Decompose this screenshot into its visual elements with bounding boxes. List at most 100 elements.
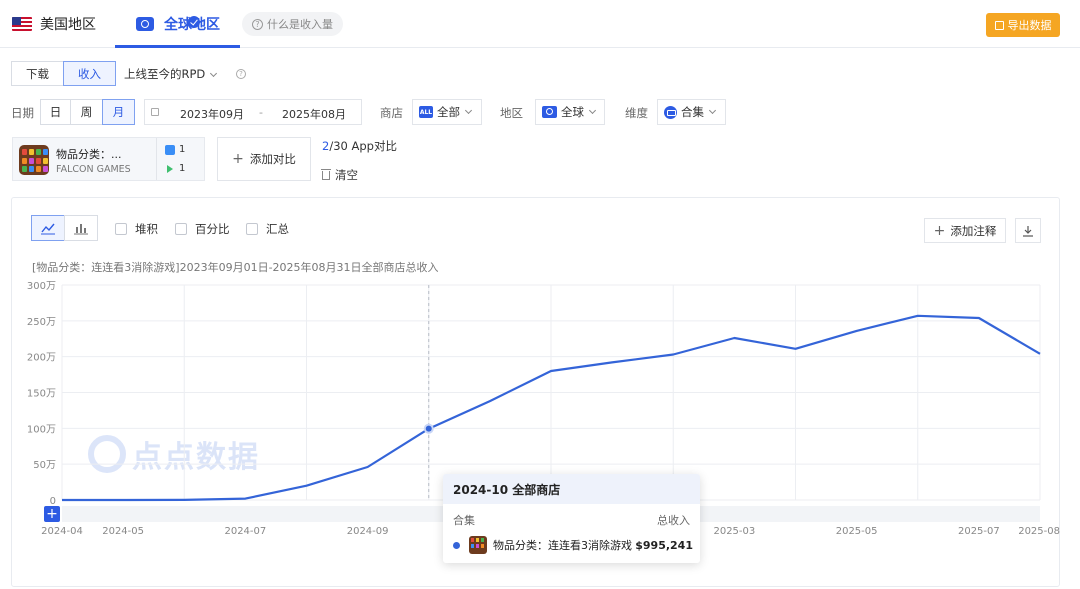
series-color-dot (453, 541, 460, 549)
app-selected-check-icon[interactable] (188, 16, 200, 28)
x-tick-label: 2024-09 (347, 526, 389, 537)
percent-checkbox[interactable]: 百分比 (175, 221, 230, 237)
chevron-down-icon (210, 69, 218, 78)
compare-count: 2/30 App对比 (322, 138, 397, 154)
add-note-label: 添加注释 (950, 223, 997, 238)
tooltip-series-row: 物品分类：连连看3消除游戏 $995,241 (453, 534, 693, 556)
store-label: 商店 (380, 106, 403, 120)
calendar-icon (151, 108, 159, 116)
y-tick-label: 250万 (27, 317, 56, 328)
add-compare-label: 添加对比 (249, 152, 296, 166)
app-icon (19, 145, 49, 175)
line-chart-toggle[interactable] (31, 215, 65, 241)
export-data-button[interactable]: 导出数据 (986, 13, 1060, 37)
x-tick-label: 2025-03 (713, 526, 755, 537)
x-tick-label: 2024-05 (102, 526, 144, 537)
date-range-picker[interactable]: 2023年09月 - 2025年08月 (144, 99, 362, 125)
tooltip-header: 2024-10 全部商店 (443, 474, 700, 504)
checkbox-box (115, 223, 127, 235)
tooltip-col-right: 总收入 (657, 514, 690, 527)
clear-button[interactable]: 清空 (321, 167, 358, 183)
bar-chart-toggle[interactable] (64, 215, 98, 241)
x-tick-label: 2024-07 (224, 526, 266, 537)
highlight-point (425, 425, 432, 432)
date-end: 2025年08月 (282, 108, 346, 121)
plus-icon: + (933, 222, 946, 239)
tooltip-value: $995,241 (635, 538, 693, 552)
compare-count-rest: /30 App对比 (329, 139, 397, 153)
app-developer: FALCON GAMES (56, 164, 131, 175)
tab-global-region[interactable]: 全球地区 (136, 12, 220, 36)
rpd-select[interactable]: 上线至今的RPD (124, 66, 218, 82)
region-value: 全球 (561, 105, 584, 119)
app-name: 物品分类：... (56, 148, 122, 161)
plus-icon: + (232, 151, 244, 167)
chart-tooltip: 2024-10 全部商店 合集 总收入 物品分类：连连看3消除游戏 $995,2… (443, 474, 700, 563)
download-icon (1023, 225, 1033, 237)
download-chart-button[interactable] (1015, 218, 1041, 243)
y-tick-label: 50万 (33, 460, 56, 471)
dimension-value: 合集 (681, 105, 704, 119)
x-tick-label: 2025-08 (1018, 526, 1060, 537)
globe-icon (542, 106, 557, 118)
percent-label: 百分比 (195, 222, 230, 236)
all-stores-icon: ALL (419, 106, 433, 118)
export-icon (994, 20, 1004, 30)
date-start: 2023年09月 (180, 108, 244, 121)
ios-count-value: 1 (179, 144, 186, 155)
metric-download-label: 下载 (26, 66, 49, 81)
add-note-button[interactable]: + 添加注释 (924, 218, 1006, 243)
layers-icon (664, 105, 677, 119)
stack-checkbox[interactable]: 堆积 (115, 221, 158, 237)
selected-app-card[interactable]: 物品分类：... FALCON GAMES 1 1 (12, 137, 205, 181)
app-store-icon (165, 144, 175, 155)
add-compare-button[interactable]: + 添加对比 (217, 137, 311, 181)
expand-range-button[interactable]: + (44, 506, 60, 522)
metric-download-button[interactable]: 下载 (11, 61, 64, 86)
date-label: 日期 (11, 106, 34, 120)
granularity-month-button[interactable]: 月 (102, 99, 135, 125)
android-count-value: 1 (179, 163, 186, 174)
granularity-day-button[interactable]: 日 (40, 99, 71, 125)
app-card-divider (156, 138, 157, 180)
granularity-week-button[interactable]: 周 (70, 99, 103, 125)
app-icon (469, 536, 487, 554)
dimension-label: 维度 (625, 106, 648, 120)
tooltip-col-left: 合集 (453, 514, 475, 527)
bar-chart-icon (74, 224, 88, 235)
chevron-down-icon (708, 106, 717, 114)
day-label: 日 (49, 105, 62, 119)
tab-us-label: 美国地区 (40, 17, 96, 33)
checkbox-box (246, 223, 258, 235)
what-is-revenue-label: 什么是收入量 (267, 18, 333, 31)
active-tab-indicator (115, 45, 240, 48)
region-select[interactable]: 全球 (535, 99, 605, 125)
metric-revenue-button[interactable]: 收入 (63, 61, 116, 86)
x-tick-label: 2025-07 (958, 526, 1000, 537)
export-label: 导出数据 (1007, 19, 1052, 32)
rpd-select-label: 上线至今的RPD (124, 67, 206, 81)
clear-label: 清空 (335, 168, 358, 182)
google-play-icon (167, 164, 173, 173)
question-icon: ? (252, 18, 263, 30)
line-chart-icon (41, 223, 55, 235)
metric-revenue-label: 收入 (78, 66, 101, 81)
stack-label: 堆积 (135, 222, 158, 236)
x-tick-label: 2025-05 (836, 526, 878, 537)
date-separator: - (259, 106, 263, 119)
android-store-count: 1 (165, 163, 185, 174)
what-is-revenue-link[interactable]: ? 什么是收入量 (242, 12, 343, 36)
help-icon[interactable]: ? (236, 69, 246, 79)
us-flag-icon (12, 17, 32, 31)
y-tick-label: 150万 (27, 389, 56, 400)
week-label: 周 (80, 105, 93, 119)
chevron-down-icon (588, 106, 597, 114)
checkbox-box (175, 223, 187, 235)
summary-label: 汇总 (266, 222, 289, 236)
y-tick-label: 200万 (27, 353, 56, 364)
store-select[interactable]: ALL 全部 (412, 99, 482, 125)
tab-us-region[interactable]: 美国地区 (12, 12, 96, 36)
region-label: 地区 (500, 106, 523, 120)
dimension-select[interactable]: 合集 (657, 99, 726, 125)
summary-checkbox[interactable]: 汇总 (246, 221, 289, 237)
